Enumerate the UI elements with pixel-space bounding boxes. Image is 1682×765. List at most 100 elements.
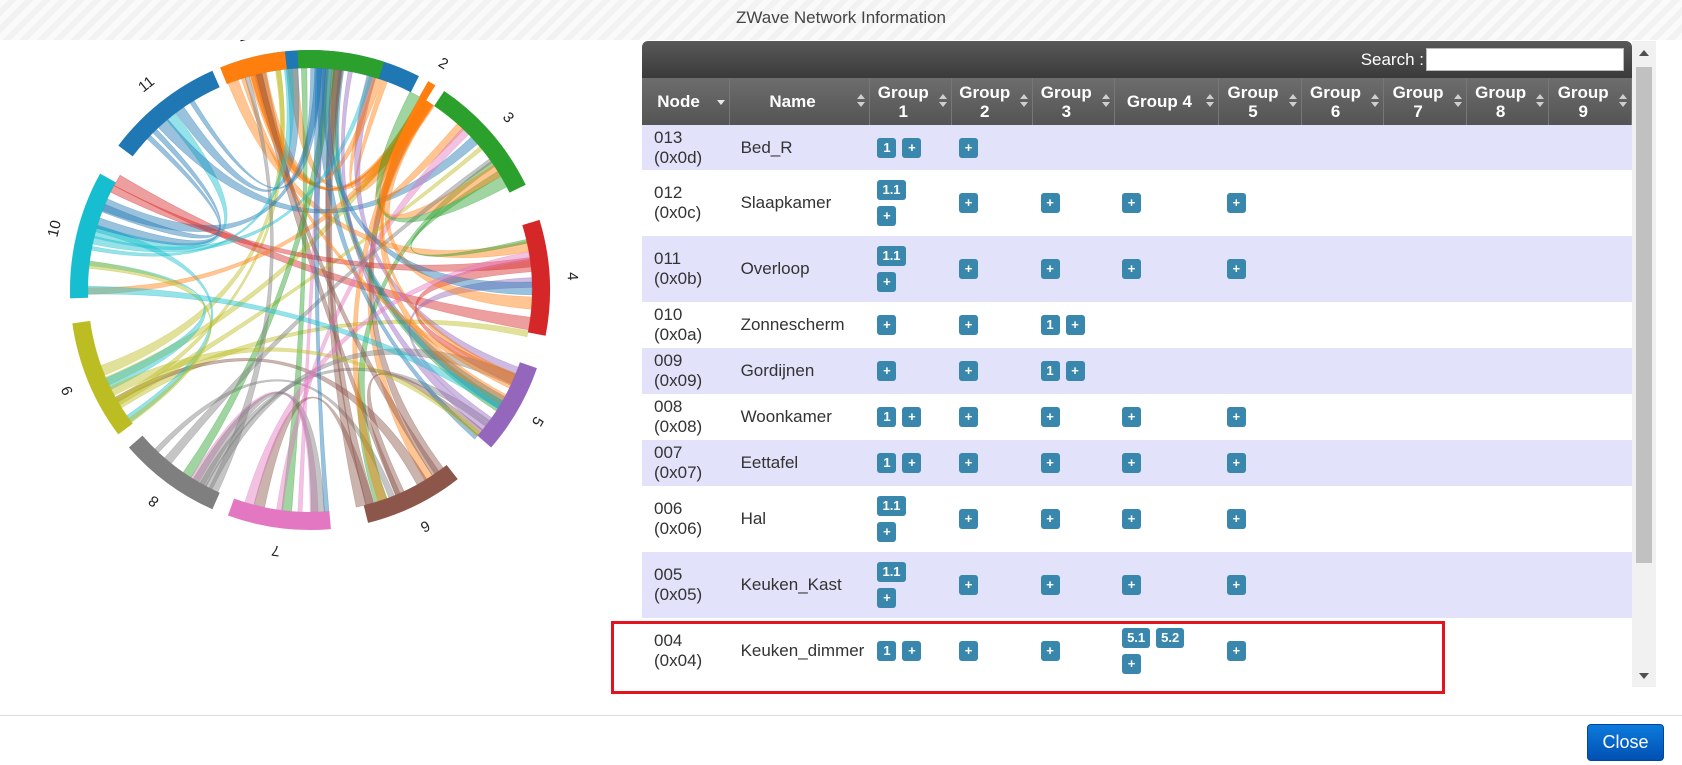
group-cell-g5: + [1218, 618, 1302, 684]
association-list: + [959, 314, 980, 336]
add-association-button[interactable]: + [959, 137, 978, 158]
association-badge[interactable]: 1 [877, 137, 897, 158]
search-input[interactable] [1426, 48, 1624, 71]
add-association-button[interactable]: + [1226, 259, 1246, 279]
col-header-group-5[interactable]: Group 5 [1218, 78, 1302, 125]
add-association-button[interactable]: + [1226, 641, 1246, 661]
col-header-group-4[interactable]: Group 4 [1114, 78, 1220, 125]
group-cell-g9 [1548, 394, 1632, 440]
node-hex: (0x06) [654, 519, 703, 538]
close-button[interactable]: Close [1587, 724, 1664, 761]
add-association-button[interactable]: + [877, 522, 897, 542]
group-cell-g7 [1383, 394, 1467, 440]
add-association-button[interactable]: + [877, 588, 897, 608]
add-association-button[interactable]: + [1122, 575, 1142, 595]
association-badge[interactable]: 5.1 [1122, 628, 1151, 648]
col-header-group-1[interactable]: Group 1 [869, 78, 952, 125]
add-association-button[interactable]: + [1122, 259, 1142, 279]
add-association-button[interactable]: + [1040, 407, 1060, 427]
association-badge[interactable]: 1 [877, 407, 897, 427]
scroll-down-arrow-icon[interactable] [1639, 673, 1649, 679]
col-header-group-7[interactable]: Group 7 [1383, 78, 1467, 125]
add-association-button[interactable]: + [1226, 509, 1246, 529]
add-association-button[interactable]: + [877, 272, 897, 292]
association-badge[interactable]: 1 [877, 641, 897, 661]
group-cell-g3: + [1032, 618, 1115, 684]
node-cell: 011 (0x0b) [642, 236, 730, 302]
group-cell-g1: 1.1 + [869, 170, 951, 236]
add-association-button[interactable]: + [902, 453, 922, 473]
add-association-button[interactable]: + [1122, 509, 1142, 529]
association-badge[interactable]: 1 [877, 453, 897, 473]
col-header-name[interactable]: Name [729, 78, 870, 125]
add-association-button[interactable]: + [1040, 641, 1060, 661]
chord-group-label: 10 [45, 219, 65, 239]
association-badge[interactable]: 1.1 [877, 180, 906, 200]
group-cell-g7 [1383, 236, 1467, 302]
chord-group-label: 11 [135, 73, 158, 96]
network-chord-diagram: 12345678910111213 [45, 40, 581, 559]
node-name: Woonkamer [729, 394, 870, 440]
association-badge[interactable]: 5.2 [1156, 628, 1185, 648]
association-badge[interactable]: 1 [1040, 315, 1060, 335]
group-cell-g4: + [1114, 486, 1219, 552]
table-row: 004 (0x04) Keuken_dimmer 1 + + +5.1 5.2 + + [642, 618, 1632, 684]
node-hex: (0x0a) [654, 325, 703, 344]
chord-group-label: 7 [270, 541, 280, 559]
table-scrollbar[interactable] [1632, 41, 1656, 687]
add-association-button[interactable]: + [959, 453, 978, 473]
add-association-button[interactable]: + [902, 407, 922, 427]
add-association-button[interactable]: + [877, 315, 897, 335]
add-association-button[interactable]: + [902, 137, 922, 158]
add-association-button[interactable]: + [1040, 575, 1060, 595]
add-association-button[interactable]: + [1122, 193, 1142, 213]
col-header-node[interactable]: Node [642, 78, 731, 125]
add-association-button[interactable]: + [1226, 193, 1246, 213]
add-association-button[interactable]: + [902, 641, 922, 661]
sort-icon [1205, 94, 1215, 110]
group-cell-g2: + [951, 394, 1033, 440]
scroll-up-arrow-icon[interactable] [1639, 50, 1649, 56]
col-header-group-9[interactable]: Group 9 [1548, 78, 1632, 125]
association-list: + [1122, 508, 1143, 530]
add-association-button[interactable]: + [959, 193, 978, 213]
add-association-button[interactable]: + [1040, 453, 1060, 473]
col-header-group-6[interactable]: Group 6 [1301, 78, 1385, 125]
association-badge[interactable]: 1 [1040, 361, 1060, 381]
add-association-button[interactable]: + [1040, 193, 1060, 213]
add-association-button[interactable]: + [959, 361, 978, 381]
col-header-group-3[interactable]: Group 3 [1032, 78, 1115, 125]
group-cell-g3: + [1032, 440, 1115, 486]
add-association-button[interactable]: + [1122, 453, 1142, 473]
group-cell-g1: 1.1 + [869, 486, 951, 552]
scroll-thumb[interactable] [1636, 67, 1652, 563]
group-cell-g8 [1466, 618, 1549, 684]
node-hex: (0x09) [654, 371, 703, 390]
association-badge[interactable]: 1.1 [877, 246, 906, 266]
add-association-button[interactable]: + [959, 315, 978, 335]
add-association-button[interactable]: + [1065, 361, 1085, 381]
group-cell-g6 [1301, 552, 1384, 618]
add-association-button[interactable]: + [1226, 407, 1246, 427]
add-association-button[interactable]: + [1226, 453, 1246, 473]
col-header-group-2[interactable]: Group 2 [951, 78, 1034, 125]
association-badge[interactable]: 1.1 [877, 562, 906, 582]
add-association-button[interactable]: + [959, 407, 978, 427]
add-association-button[interactable]: + [877, 361, 897, 381]
add-association-button[interactable]: + [1226, 575, 1246, 595]
add-association-button[interactable]: + [1040, 259, 1060, 279]
add-association-button[interactable]: + [1122, 654, 1142, 674]
association-badge[interactable]: 1.1 [877, 496, 906, 516]
add-association-button[interactable]: + [959, 575, 978, 595]
col-header-group-8[interactable]: Group 8 [1466, 78, 1550, 125]
group-cell-g4: + [1114, 170, 1219, 236]
add-association-button[interactable]: + [959, 509, 978, 529]
add-association-button[interactable]: + [959, 641, 978, 661]
add-association-button[interactable]: + [959, 259, 978, 279]
add-association-button[interactable]: + [1065, 315, 1085, 335]
add-association-button[interactable]: + [1040, 509, 1060, 529]
group-cell-g9 [1548, 618, 1632, 684]
node-id: 004 [654, 631, 683, 650]
add-association-button[interactable]: + [877, 206, 897, 226]
add-association-button[interactable]: + [1122, 407, 1142, 427]
